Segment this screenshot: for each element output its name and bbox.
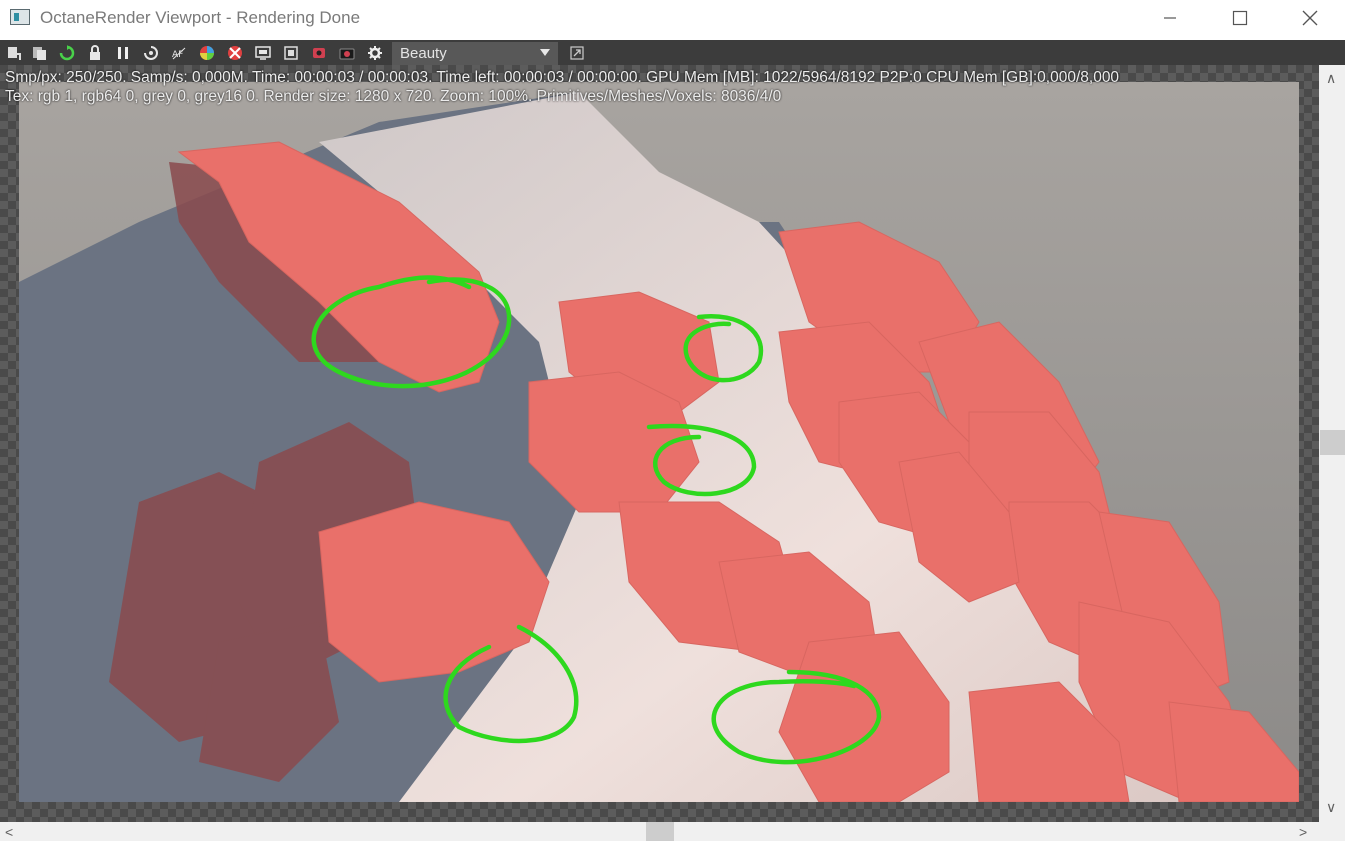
focus-picker-icon[interactable]: AF xyxy=(170,44,187,61)
scroll-right-icon[interactable]: > xyxy=(1299,825,1307,839)
vertical-scroll-thumb[interactable] xyxy=(1320,430,1345,455)
scroll-left-icon[interactable]: < xyxy=(5,825,13,839)
minimize-icon xyxy=(1164,17,1176,19)
film-region-icon[interactable] xyxy=(282,44,299,61)
render-stats-line-1: Smp/px: 250/250. Samp/s: 0,000M. Time: 0… xyxy=(5,69,1120,86)
scroll-down-icon[interactable]: ∨ xyxy=(1326,800,1336,814)
scrollbar-corner xyxy=(1319,822,1345,841)
pause-render-icon[interactable] xyxy=(114,44,131,61)
restart-render-icon[interactable] xyxy=(58,44,75,61)
clay-mode-icon[interactable] xyxy=(226,44,243,61)
settings-gear-icon[interactable] xyxy=(366,44,383,61)
close-icon xyxy=(1302,10,1318,26)
render-viewport[interactable]: Smp/px: 250/250. Samp/s: 0,000M. Time: 0… xyxy=(0,65,1319,822)
copy-clipboard-icon[interactable] xyxy=(30,44,47,61)
window-title: OctaneRender Viewport - Rendering Done xyxy=(40,8,361,27)
render-region-icon[interactable] xyxy=(254,44,271,61)
render-image xyxy=(19,82,1299,802)
maximize-button[interactable] xyxy=(1205,0,1275,36)
reset-camera-icon[interactable] xyxy=(142,44,159,61)
render-stats-line-2: Tex: rgb 1, rgb64 0, grey 0, grey16 0. R… xyxy=(5,88,782,105)
camera-icon[interactable] xyxy=(338,44,355,61)
scroll-up-icon[interactable]: ∧ xyxy=(1326,71,1336,85)
minimize-button[interactable] xyxy=(1135,0,1205,36)
render-pass-dropdown[interactable]: Beauty xyxy=(392,42,558,65)
material-picker-icon[interactable] xyxy=(310,44,327,61)
horizontal-scroll-thumb[interactable] xyxy=(646,822,674,841)
chevron-down-icon xyxy=(540,49,550,56)
maximize-icon xyxy=(1232,10,1248,26)
lock-viewport-icon[interactable] xyxy=(86,44,103,61)
save-render-icon[interactable] xyxy=(5,44,22,61)
app-icon xyxy=(10,9,30,25)
render-pass-value: Beauty xyxy=(400,45,447,62)
show-window-icon[interactable] xyxy=(568,44,585,61)
title-bar: OctaneRender Viewport - Rendering Done xyxy=(0,0,1345,40)
viewport-toolbar: AF xyxy=(0,40,1345,65)
color-picker-icon[interactable] xyxy=(198,44,215,61)
close-button[interactable] xyxy=(1275,0,1345,36)
